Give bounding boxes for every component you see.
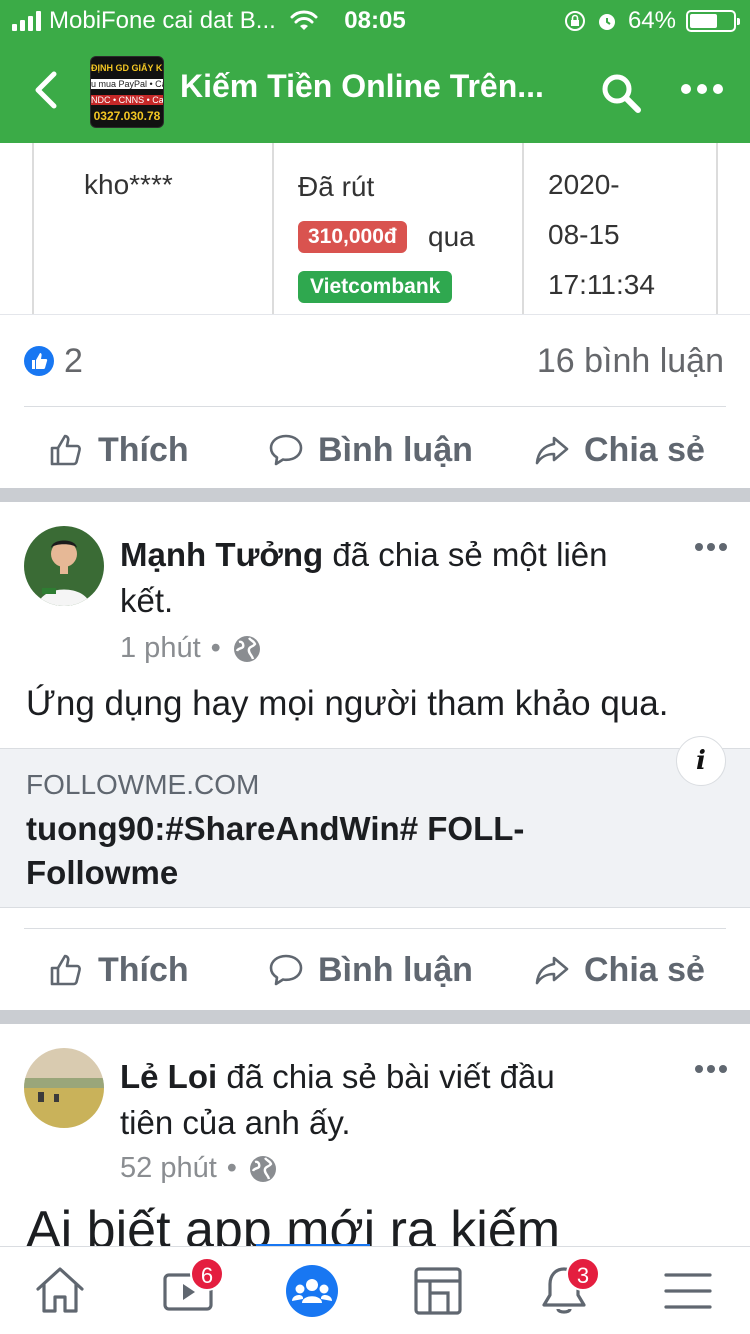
- more-icon[interactable]: [680, 82, 724, 96]
- withdraw-table-image: kho**** Đã rút 310,000đ qua Vietcombank …: [0, 143, 750, 315]
- hamburger-icon: [664, 1273, 712, 1309]
- alarm-icon: [598, 14, 615, 30]
- share-label: Chia sẻ: [584, 430, 705, 469]
- table-divider: [522, 143, 524, 314]
- post-header: Lẻ Loi đã chia sẻ bài viết đầu tiên của …: [120, 1054, 680, 1146]
- link-domain: FOLLOWME.COM: [26, 769, 260, 800]
- like-button[interactable]: Thích: [48, 410, 189, 490]
- table-divider: [272, 143, 274, 314]
- like-label: Thích: [98, 950, 189, 989]
- tab-menu[interactable]: [660, 1263, 720, 1323]
- author-name[interactable]: Lẻ Loi: [120, 1058, 217, 1095]
- table-divider: [32, 143, 34, 314]
- share-label: Chia sẻ: [584, 950, 705, 989]
- activity-text: đã chia sẻ một liên: [323, 536, 608, 573]
- status-bar: MobiFone cai dat B... 08:05 64%: [0, 0, 750, 40]
- like-button[interactable]: Thích: [48, 930, 189, 1010]
- globe-icon: [233, 635, 260, 662]
- avatar[interactable]: [24, 526, 104, 606]
- table-via: qua: [428, 221, 475, 252]
- like-count[interactable]: 2: [64, 342, 83, 381]
- avatar[interactable]: [24, 1048, 104, 1128]
- amount-badge: 310,000đ: [298, 221, 407, 253]
- home-icon: [36, 1267, 84, 1313]
- post-separator: [0, 488, 750, 502]
- post-header: Mạnh Tưởng đã chia sẻ một liên kết.: [120, 532, 680, 624]
- back-icon[interactable]: [30, 70, 66, 110]
- post-text: Ứng dụng hay mọi người tham khảo qua.: [26, 684, 669, 723]
- thumb-line: NDC • CNNS • Ca: [91, 95, 163, 105]
- table-date-line: 2020-: [548, 169, 620, 200]
- post-meta: 1 phút •: [120, 632, 263, 665]
- battery-percent: 64%: [627, 7, 676, 34]
- notifications-badge: 3: [566, 1257, 600, 1291]
- activity-text: kết.: [120, 582, 174, 619]
- battery-icon: [686, 10, 740, 32]
- pages-icon: [414, 1267, 462, 1315]
- share-button[interactable]: Chia sẻ: [534, 410, 705, 490]
- comment-label: Bình luận: [318, 430, 473, 469]
- meta-dot: •: [226, 1152, 237, 1184]
- comment-button[interactable]: Bình luận: [268, 930, 473, 1010]
- table-date-line: 17:11:34: [548, 269, 655, 300]
- post-time[interactable]: 52 phút: [120, 1152, 217, 1185]
- group-avatar[interactable]: ĐỊNH GD GIẤY KHM u mua PayPal • Ca NDC •…: [90, 56, 164, 128]
- post-separator: [0, 1010, 750, 1024]
- share-icon: [535, 436, 569, 465]
- thumbs-up-icon: [50, 434, 81, 466]
- link-preview-card[interactable]: FOLLOWME.COM tuong90:#ShareAndWin# FOLL-…: [0, 748, 750, 908]
- status-right: 64%: [564, 7, 740, 35]
- tab-home[interactable]: [32, 1263, 92, 1323]
- info-icon[interactable]: i: [676, 736, 726, 786]
- tab-pages[interactable]: [410, 1263, 470, 1323]
- comment-icon: [269, 434, 303, 466]
- table-status: Đã rút: [298, 171, 375, 202]
- thumb-line: u mua PayPal • Ca: [91, 79, 163, 89]
- watch-badge: 6: [190, 1257, 224, 1291]
- table-divider: [716, 143, 718, 314]
- activity-text: đã chia sẻ bài viết đầu: [217, 1058, 555, 1095]
- thumb-line: ĐỊNH GD GIẤY KHM: [91, 63, 163, 73]
- table-date-line: 08-15: [548, 219, 620, 250]
- post-options-icon[interactable]: [694, 1064, 728, 1074]
- author-name[interactable]: Mạnh Tưởng: [120, 536, 323, 573]
- table-user: kho****: [84, 169, 173, 200]
- search-icon[interactable]: [600, 72, 642, 114]
- battery-fill: [690, 14, 717, 28]
- share-icon: [535, 956, 569, 985]
- thumbs-up-icon: [50, 954, 81, 986]
- groups-icon: [286, 1265, 338, 1317]
- tab-notifications[interactable]: 3: [536, 1257, 600, 1323]
- comment-label: Bình luận: [318, 950, 473, 989]
- thumb-line: 0327.030.78: [93, 109, 161, 123]
- bottom-tab-bar: 6 3: [0, 1246, 750, 1334]
- post-actions: Thích Bình luận Chia sẻ: [0, 930, 750, 1010]
- link-title: tuong90:#ShareAndWin# FOLL-Followme: [26, 810, 525, 891]
- post-time[interactable]: 1 phút: [120, 632, 201, 665]
- activity-text: tiên của anh ấy.: [120, 1104, 351, 1141]
- like-label: Thích: [98, 430, 189, 469]
- comment-count[interactable]: 16 bình luận: [537, 342, 724, 381]
- nav-bar: ĐỊNH GD GIẤY KHM u mua PayPal • Ca NDC •…: [0, 40, 750, 143]
- bank-badge: Vietcombank: [298, 271, 453, 303]
- tab-watch[interactable]: 6: [160, 1257, 224, 1323]
- comment-icon: [269, 954, 303, 986]
- share-button[interactable]: Chia sẻ: [534, 930, 705, 1010]
- post-options-icon[interactable]: [694, 542, 728, 552]
- reactions-summary: 2 16 bình luận: [0, 316, 750, 406]
- comment-button[interactable]: Bình luận: [268, 410, 473, 490]
- group-title[interactable]: Kiếm Tiền Online Trên...: [180, 68, 580, 105]
- post-actions: Thích Bình luận Chia sẻ: [0, 410, 750, 490]
- rotation-lock-icon: [564, 11, 585, 31]
- globe-icon: [249, 1155, 276, 1182]
- divider: [24, 406, 726, 407]
- tab-groups[interactable]: [284, 1263, 344, 1323]
- divider: [24, 928, 726, 929]
- post-meta: 52 phút •: [120, 1152, 279, 1185]
- meta-dot: •: [210, 632, 221, 664]
- like-reaction-icon[interactable]: [24, 346, 54, 376]
